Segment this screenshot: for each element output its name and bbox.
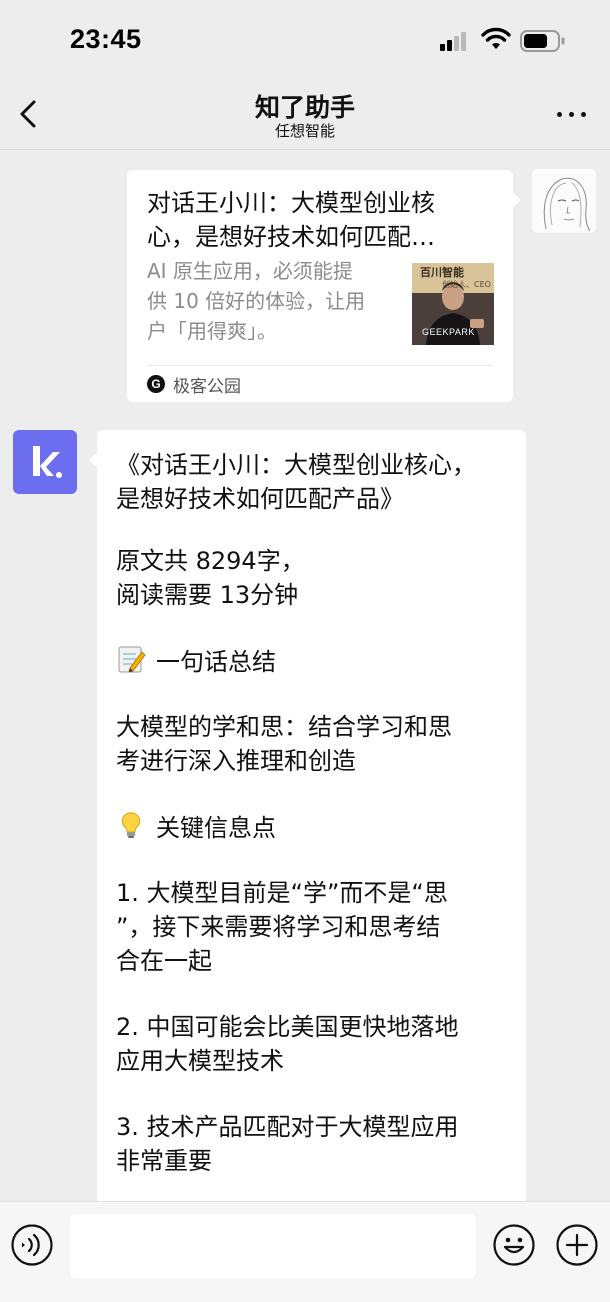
sketch-portrait-icon [532, 169, 596, 233]
message-line: 是想好技术如何匹配产品》 [116, 485, 404, 513]
message-line: 1. 大模型目前是“学”而不是“思 [116, 879, 448, 907]
message-line: 非常重要 [116, 1147, 212, 1175]
message-input[interactable] [70, 1214, 476, 1278]
article-description-line: 供 10 倍好的体验，让用 [147, 289, 366, 313]
voice-input-button[interactable] [10, 1223, 54, 1267]
key-point-1: 1. 大模型目前是“学”而不是“思 ”，接下来需要将学习和思考结 合在一起 [116, 876, 516, 978]
article-description-line: AI 原生应用，必须能提 [147, 259, 353, 283]
message-line: 大模型的学和思：结合学习和思 [116, 713, 452, 741]
one-sentence-summary-heading: 一句话总结 [116, 644, 516, 679]
article-source: G 极客公园 [147, 371, 241, 397]
key-point-3: 3. 技术产品匹配对于大模型应用 非常重要 [116, 1110, 516, 1178]
bot-message-bubble[interactable]: 《对话王小川：大模型创业核心， 是想好技术如何匹配产品》 原文共 8294字， … [97, 430, 526, 1220]
chat-title: 知了助手 [254, 93, 355, 122]
user-avatar[interactable] [532, 169, 596, 233]
message-line: ”，接下来需要将学习和思考结 [116, 913, 441, 941]
message-line: 原文共 8294字， [116, 547, 305, 575]
article-title-line: 对话王小川：大模型创业核 [147, 189, 435, 217]
one-sentence-summary: 大模型的学和思：结合学习和思 考进行深入推理和创造 [116, 710, 516, 778]
battery-icon [520, 30, 565, 52]
message-line: 合在一起 [116, 947, 212, 975]
emoji-button[interactable] [492, 1223, 536, 1267]
nav-bar: 知了助手 任想智能 [0, 80, 610, 150]
message-line: 3. 技术产品匹配对于大模型应用 [116, 1113, 459, 1141]
article-title: 对话王小川：大模型创业核 心，是想好技术如何匹配… [147, 186, 487, 254]
bot-avatar[interactable] [13, 430, 77, 494]
more-options-button[interactable] [552, 104, 592, 126]
thumbnail-headline: 百川智能 [420, 266, 464, 279]
cellular-signal-icon [440, 31, 470, 51]
zhiliao-logo-icon [33, 446, 62, 478]
thumbnail-subtext: 创始人、CEO [442, 280, 491, 289]
memo-icon [118, 646, 146, 673]
lightbulb-icon [121, 812, 141, 838]
thumbnail-brand: GEEKPARK [422, 327, 475, 337]
key-points-heading: 关键信息点 [116, 810, 516, 845]
message-line: 考进行深入推理和创造 [116, 747, 356, 775]
key-point-2: 2. 中国可能会比美国更快地落地 应用大模型技术 [116, 1010, 516, 1078]
message-line: 一句话总结 [156, 648, 276, 676]
summary-heading: 《对话王小川：大模型创业核心， 是想好技术如何匹配产品》 [116, 448, 516, 516]
status-bar: 23:45 [0, 0, 610, 80]
geekpark-logo-icon: G [147, 375, 165, 393]
status-time: 23:45 [70, 24, 142, 54]
article-title-line: 心，是想好技术如何匹配… [147, 223, 435, 251]
source-name: 极客公园 [173, 376, 241, 397]
card-divider [147, 365, 493, 366]
article-thumbnail: 百川智能 创始人、CEO GEEKPARK [412, 263, 494, 345]
input-bar [0, 1201, 610, 1302]
message-line: 阅读需要 13分钟 [116, 581, 299, 609]
message-line: 应用大模型技术 [116, 1047, 284, 1075]
reading-info: 原文共 8294字， 阅读需要 13分钟 [116, 544, 516, 612]
wifi-icon [481, 27, 511, 49]
plus-button[interactable] [555, 1223, 599, 1267]
message-line: 《对话王小川：大模型创业核心， [116, 451, 476, 479]
article-description: AI 原生应用，必须能提 供 10 倍好的体验，让用 户「用得爽」。 [147, 256, 397, 346]
shared-article-card[interactable]: 对话王小川：大模型创业核 心，是想好技术如何匹配… AI 原生应用，必须能提 供… [127, 170, 521, 402]
message-line: 关键信息点 [156, 814, 276, 842]
article-description-line: 户「用得爽」。 [147, 319, 277, 343]
message-line: 2. 中国可能会比美国更快地落地 [116, 1013, 459, 1041]
chat-subtitle: 任想智能 [274, 122, 335, 140]
